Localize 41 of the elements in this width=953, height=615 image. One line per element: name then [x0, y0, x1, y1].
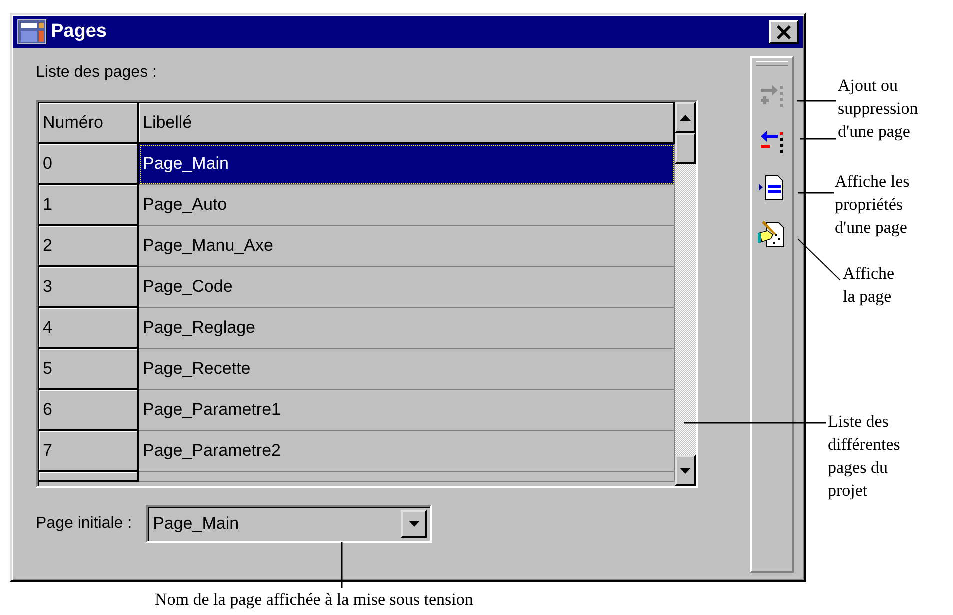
up-arrow-icon: [680, 114, 691, 120]
table-cell[interactable]: [139, 472, 675, 482]
row-number-cell[interactable]: 4: [39, 308, 139, 349]
dropdown-button[interactable]: [401, 510, 428, 538]
window-title: Pages: [51, 21, 107, 43]
initial-page-label: Page initiale :: [36, 515, 132, 533]
table-cell[interactable]: Page_Reglage: [139, 308, 675, 349]
close-button[interactable]: ×: [769, 20, 799, 44]
down-arrow-icon: [408, 521, 420, 527]
annotation-text: Nom de la page affichée à la mise sous tension: [155, 588, 474, 611]
scroll-down-button[interactable]: [675, 455, 696, 486]
row-number-cell[interactable]: 7: [39, 431, 139, 472]
scroll-up-button[interactable]: [675, 102, 696, 133]
leader-line: [800, 138, 836, 140]
list-label: Liste des pages :: [36, 64, 157, 82]
table-cell[interactable]: Page_Recette: [139, 349, 675, 390]
row-number-cell[interactable]: 5: [39, 349, 139, 390]
vertical-scrollbar[interactable]: [675, 102, 696, 486]
row-number-cell[interactable]: 2: [39, 226, 139, 267]
arrow-plus-icon: [759, 84, 785, 108]
row-number-cell[interactable]: 6: [39, 390, 139, 431]
table-cell[interactable]: Page_Manu_Axe: [139, 226, 675, 267]
calculator-icon: [17, 19, 47, 45]
arrow-minus-icon: [759, 130, 785, 154]
leader-line: [798, 238, 840, 280]
table-cell[interactable]: Page_Auto: [139, 185, 675, 226]
document-icon: [759, 175, 785, 201]
leader-line: [798, 192, 834, 194]
row-number-cell[interactable]: 3: [39, 267, 139, 308]
table-cell[interactable]: Page_Main: [139, 144, 675, 185]
leader-line: [797, 100, 836, 102]
table-cell[interactable]: Page_Code: [139, 267, 675, 308]
hand-document-icon: [758, 220, 786, 248]
initial-page-dropdown[interactable]: Page_Main: [146, 505, 432, 543]
row-number-cell[interactable]: [39, 472, 139, 482]
table-cell[interactable]: Page_Parametre2: [139, 431, 675, 472]
down-arrow-icon: [680, 468, 691, 474]
row-number-cell[interactable]: 1: [39, 185, 139, 226]
table-cell[interactable]: Page_Parametre1: [139, 390, 675, 431]
column-header[interactable]: Numéro: [39, 103, 139, 144]
scroll-thumb[interactable]: [675, 133, 696, 164]
